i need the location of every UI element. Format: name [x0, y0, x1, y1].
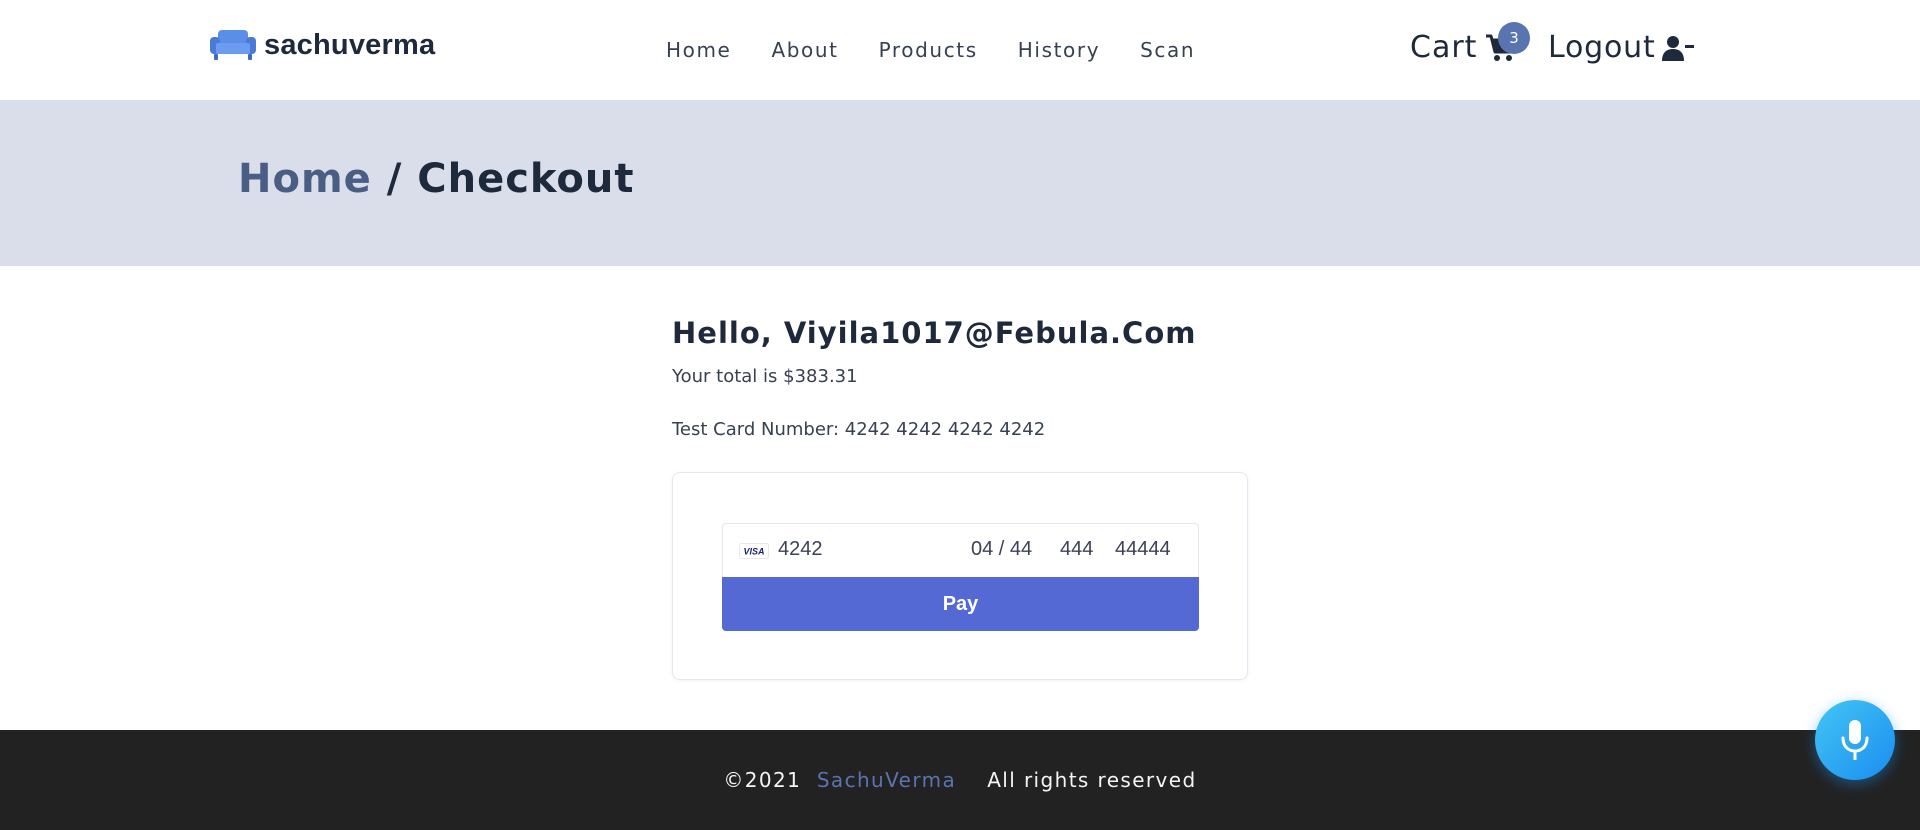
breadcrumb-separator: / [371, 156, 418, 202]
voice-assistant-button[interactable] [1815, 700, 1895, 780]
payment-card: VISA 4242 04 / 44 444 44444 Pay [672, 472, 1248, 680]
cart-label: Cart [1410, 30, 1478, 65]
brand-logo-link[interactable]: sachuverma [210, 28, 435, 62]
checkout-summary: Hello, Viyila1017@Febula.Com Your total … [672, 316, 1252, 440]
nav-home[interactable]: Home [666, 38, 731, 62]
order-total: Your total is $383.31 [672, 366, 858, 387]
card-expiry-field[interactable]: 04 / 44 [971, 538, 1032, 561]
nav-scan[interactable]: Scan [1140, 38, 1195, 62]
nav-history[interactable]: History [1018, 38, 1100, 62]
breadcrumb-home-link[interactable]: Home [238, 156, 372, 202]
breadcrumb: Home / Checkout [238, 156, 635, 202]
card-details-input[interactable]: VISA 4242 04 / 44 444 44444 [722, 523, 1199, 577]
nav-products[interactable]: Products [879, 38, 978, 62]
pay-button[interactable]: Pay [722, 577, 1199, 631]
footer: ©2021 SachuVerma All rights reserved [0, 730, 1920, 830]
footer-copyright: ©2021 [723, 768, 802, 792]
svg-text:VISA: VISA [743, 547, 764, 557]
card-number-field[interactable]: 4242 [778, 538, 823, 561]
nav-about[interactable]: About [771, 38, 838, 62]
page-hero-band: Home / Checkout [0, 100, 1920, 266]
card-cvc-field[interactable]: 444 [1060, 538, 1093, 561]
top-navbar: sachuverma Home About Products History S… [0, 0, 1920, 100]
main-nav: Home About Products History Scan [666, 38, 1195, 62]
greeting-heading: Hello, Viyila1017@Febula.Com [672, 316, 1197, 350]
user-minus-icon [1661, 35, 1694, 61]
brand-name: sachuverma [264, 28, 436, 61]
cart-link[interactable]: Cart 3 [1410, 22, 1530, 65]
visa-icon: VISA [739, 543, 769, 559]
logout-link[interactable]: Logout [1548, 30, 1694, 65]
cart-count-badge: 3 [1498, 22, 1530, 54]
test-card-note: Test Card Number: 4242 4242 4242 4242 [672, 419, 1046, 440]
footer-author-link[interactable]: SachuVerma [817, 768, 956, 792]
sofa-icon [210, 30, 256, 60]
footer-text: ©2021 SachuVerma All rights reserved [0, 768, 1920, 792]
logout-label: Logout [1548, 30, 1656, 65]
footer-rights: All rights reserved [987, 768, 1197, 792]
card-zip-field[interactable]: 44444 [1115, 538, 1171, 561]
breadcrumb-current: Checkout [417, 156, 635, 202]
microphone-icon [1841, 720, 1869, 760]
